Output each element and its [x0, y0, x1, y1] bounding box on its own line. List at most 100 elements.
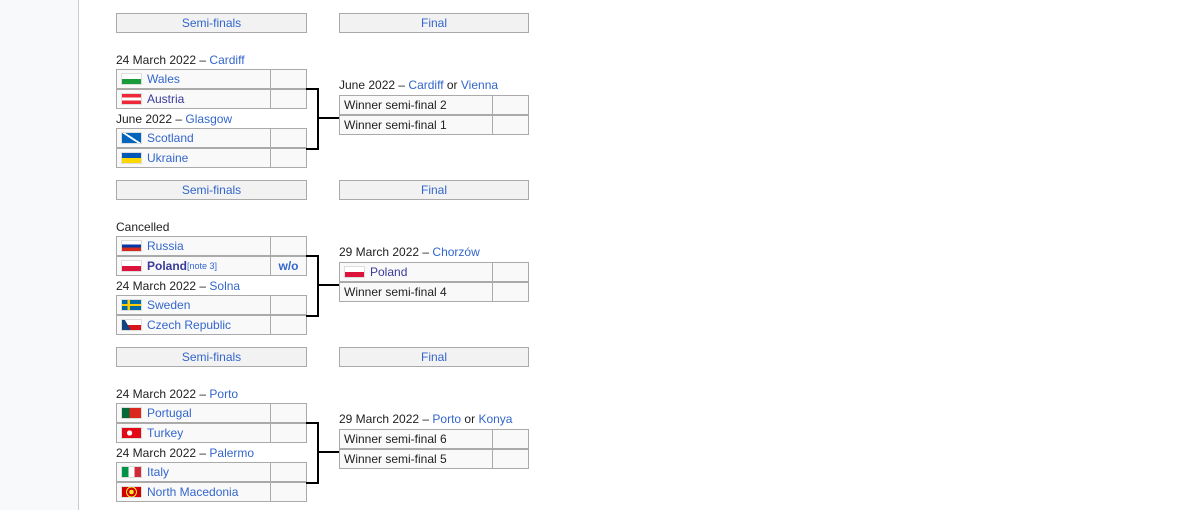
team-cell: Winner semi-final 1 [340, 116, 493, 134]
venue-link[interactable]: Porto [432, 412, 461, 426]
team-cell: Czech Republic [117, 316, 271, 334]
team-cell: North Macedonia [117, 483, 271, 501]
score-cell [271, 70, 306, 88]
bracket-connector-line [318, 117, 339, 119]
team-link[interactable]: Turkey [147, 426, 183, 440]
russia-flag-icon [121, 240, 142, 252]
bracket-connector [306, 422, 319, 484]
portugal-flag-icon [121, 407, 142, 419]
team-cell: Wales [117, 70, 271, 88]
team-row: Winner semi-final 4 [339, 282, 529, 302]
score-cell [271, 237, 306, 255]
team-cell: Austria [117, 90, 271, 108]
bracket-connector [306, 88, 319, 150]
final-header: Final [339, 180, 529, 200]
team-link[interactable]: Italy [147, 465, 169, 479]
date-text: June 2022 – [339, 78, 409, 92]
venue-link[interactable]: Glasgow [185, 112, 232, 126]
match-date: 29 March 2022 – Porto or Konya [339, 412, 512, 426]
team-link[interactable]: Russia [147, 239, 184, 253]
team-row: Italy [116, 462, 307, 482]
score-cell [493, 96, 528, 114]
team-link[interactable]: North Macedonia [147, 485, 238, 499]
team-cell: Winner semi-final 2 [340, 96, 493, 114]
team-link[interactable]: Poland [370, 265, 407, 279]
team-cell: Turkey [117, 424, 271, 442]
score-cell [493, 450, 528, 468]
venue-link[interactable]: Cardiff [408, 78, 443, 92]
team-cell: Winner semi-final 5 [340, 450, 493, 468]
score-cell: w/o [278, 259, 299, 273]
date-text: June 2022 – [116, 112, 186, 126]
final-header: Final [339, 13, 529, 33]
italy-flag-icon [121, 466, 142, 478]
team-row: Ukraine [116, 148, 307, 168]
venue-link[interactable]: Vienna [461, 78, 498, 92]
date-text: 24 March 2022 – [116, 53, 210, 67]
sweden-flag-icon [121, 299, 142, 311]
team-link[interactable]: Ukraine [147, 151, 188, 165]
team-row: Winner semi-final 6 [339, 429, 529, 449]
team-row: North Macedonia [116, 482, 307, 502]
score-cell [271, 424, 306, 442]
team-link[interactable]: Wales [147, 72, 180, 86]
scotland-flag-icon [121, 132, 142, 144]
semi-finals-header: Semi-finals [116, 180, 307, 200]
ukraine-flag-icon [121, 152, 142, 164]
score-cell [271, 149, 306, 167]
team-cell: Russia [117, 237, 271, 255]
score-cell [493, 430, 528, 448]
team-row: Poland [339, 262, 529, 282]
score-cell [271, 296, 306, 314]
date-text: 24 March 2022 – [116, 279, 210, 293]
team-name: Winner semi-final 4 [344, 285, 447, 299]
team-cell: Scotland [117, 129, 271, 147]
semi-finals-header: Semi-finals [116, 347, 307, 367]
team-row: Winner semi-final 1 [339, 115, 529, 135]
team-link[interactable]: Portugal [147, 406, 192, 420]
north-macedonia-flag-icon [121, 486, 142, 498]
team-cell: Winner semi-final 6 [340, 430, 493, 448]
venue-link[interactable]: Konya [478, 412, 512, 426]
semi-finals-header: Semi-finals [116, 13, 307, 33]
team-cell: Ukraine [117, 149, 271, 167]
venue-link[interactable]: Chorzów [432, 245, 479, 259]
score-cell [493, 263, 528, 281]
match-date: 24 March 2022 – Solna [116, 279, 240, 293]
czech-flag-icon [121, 319, 142, 331]
team-row: Wales [116, 69, 307, 89]
venue-link[interactable]: Porto [209, 387, 238, 401]
team-cell: Sweden [117, 296, 271, 314]
team-cell: Portugal [117, 404, 271, 422]
team-link[interactable]: Czech Republic [147, 318, 231, 332]
team-row: Portugal [116, 403, 307, 423]
team-link[interactable]: Poland [147, 259, 187, 273]
venue-link[interactable]: Palermo [209, 446, 254, 460]
score-cell [271, 316, 306, 334]
score-cell [271, 90, 306, 108]
match-date: June 2022 – Cardiff or Vienna [339, 78, 498, 92]
wales-flag-icon [121, 73, 142, 85]
venue-link[interactable]: Solna [209, 279, 240, 293]
team-link[interactable]: Sweden [147, 298, 190, 312]
poland-flag-icon [121, 260, 142, 272]
team-row: Poland [note 3] w/o [116, 256, 307, 276]
score-cell [271, 129, 306, 147]
team-cell: Italy [117, 463, 271, 481]
venue-link[interactable]: Cardiff [209, 53, 244, 67]
score-cell [493, 283, 528, 301]
bracket-connector [306, 255, 319, 317]
match-date: Cancelled [116, 220, 169, 234]
match-date: 29 March 2022 – Chorzów [339, 245, 480, 259]
final-header: Final [339, 347, 529, 367]
date-text: 24 March 2022 – [116, 446, 210, 460]
team-name: Winner semi-final 6 [344, 432, 447, 446]
date-text: Cancelled [116, 220, 170, 234]
note-link[interactable]: [note 3] [187, 261, 217, 271]
team-link[interactable]: Austria [147, 92, 184, 106]
match-date: 24 March 2022 – Palermo [116, 446, 254, 460]
team-row: Winner semi-final 2 [339, 95, 529, 115]
or-text: or [461, 412, 479, 426]
team-row: Russia [116, 236, 307, 256]
team-link[interactable]: Scotland [147, 131, 194, 145]
